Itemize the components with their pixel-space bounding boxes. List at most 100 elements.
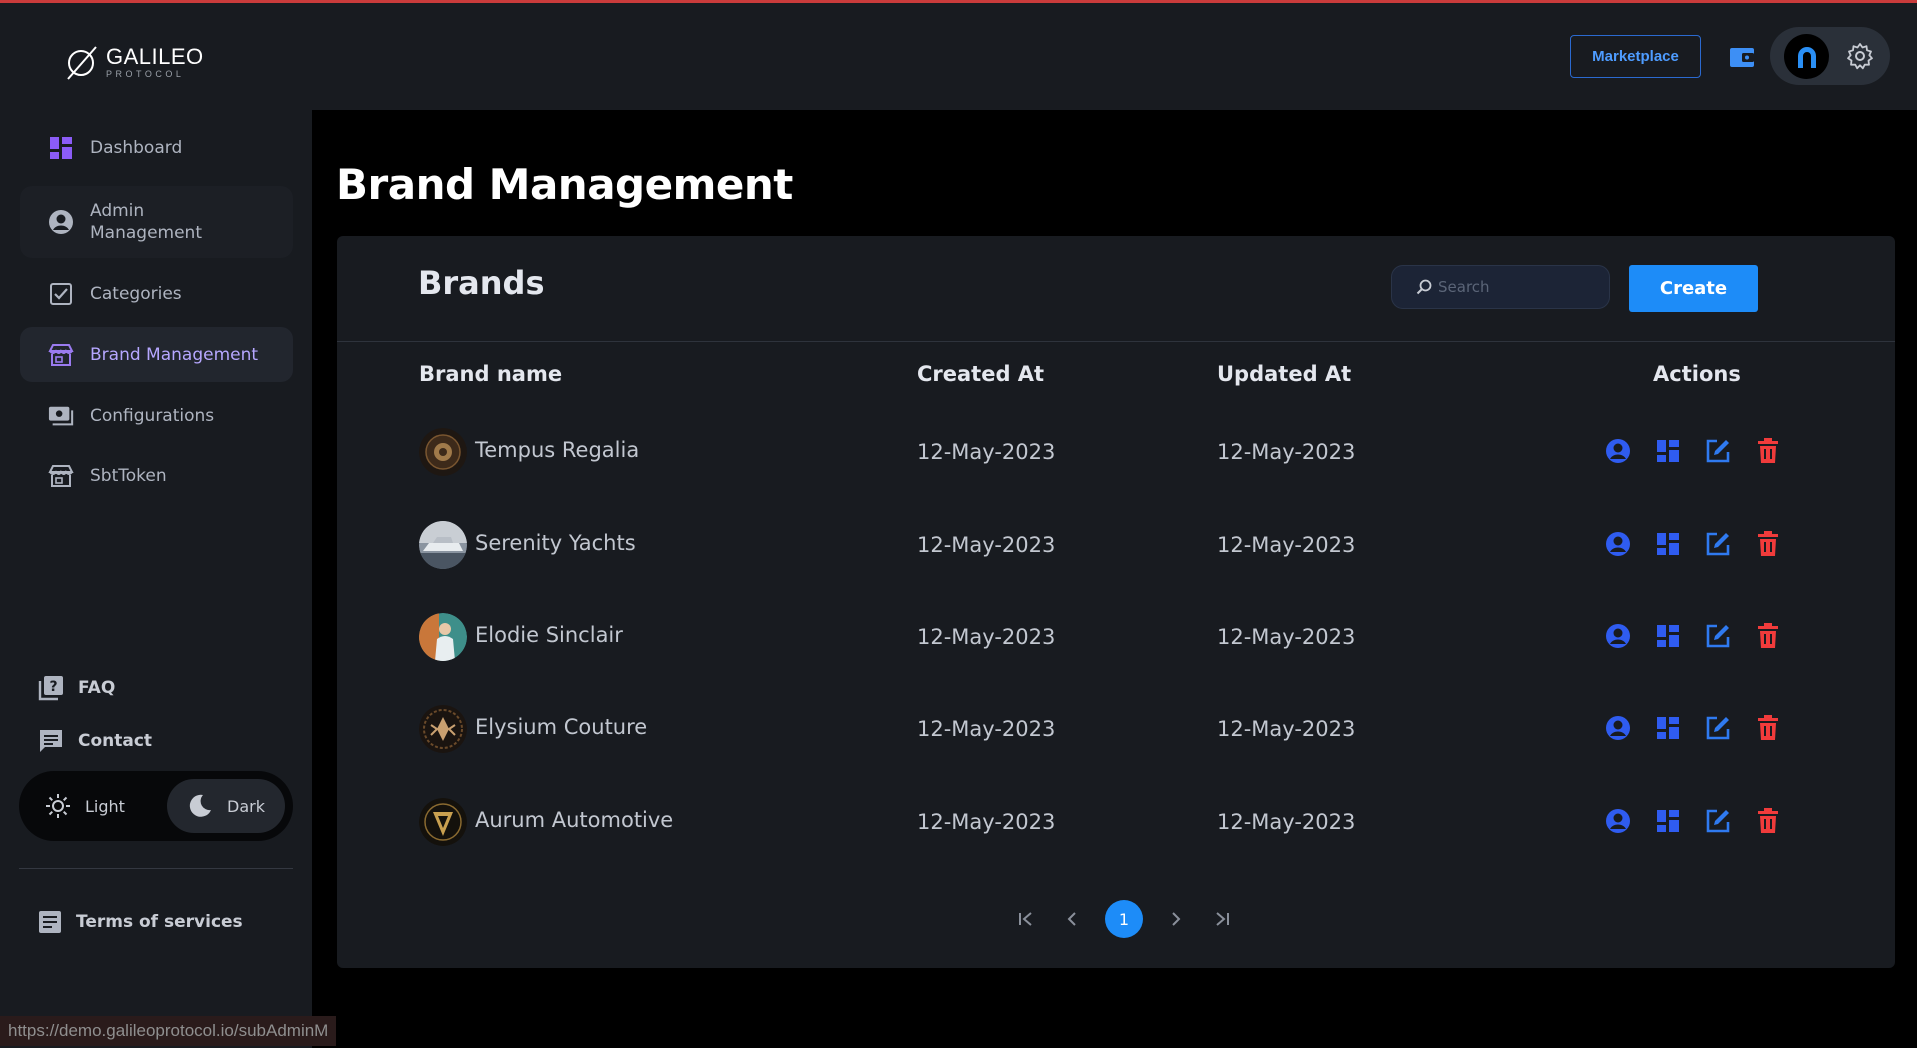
logo[interactable]: GALILEO PROTOCOL <box>66 43 204 81</box>
prev-page-icon[interactable] <box>1059 906 1085 932</box>
sun-icon <box>46 794 70 818</box>
sidebar-item-label: Dashboard <box>90 137 183 158</box>
dashboard-icon[interactable] <box>1655 715 1681 741</box>
dashboard-icon[interactable] <box>1655 438 1681 464</box>
created-at: 12-May-2023 <box>917 810 1056 834</box>
delete-icon[interactable] <box>1755 623 1781 649</box>
column-header-updated-at[interactable]: Updated At <box>1217 362 1351 386</box>
created-at: 12-May-2023 <box>917 440 1056 464</box>
view-admin-icon[interactable] <box>1605 715 1631 741</box>
created-at: 12-May-2023 <box>917 717 1056 741</box>
column-header-actions: Actions <box>1653 362 1741 386</box>
created-at: 12-May-2023 <box>917 625 1056 649</box>
last-page-icon[interactable] <box>1209 906 1235 932</box>
moon-icon <box>189 794 211 817</box>
theme-dark-label: Dark <box>227 796 265 816</box>
view-admin-icon[interactable] <box>1605 531 1631 557</box>
edit-icon[interactable] <box>1705 531 1731 557</box>
brand-cell: Elodie Sinclair <box>419 613 623 661</box>
chat-icon <box>40 730 62 752</box>
gear-icon[interactable] <box>1846 42 1874 70</box>
terms-label: Terms of services <box>76 912 243 932</box>
store-icon <box>48 342 74 368</box>
next-page-icon[interactable] <box>1163 906 1189 932</box>
pagination: 1 <box>1013 900 1235 938</box>
theme-light-option[interactable]: Light <box>19 779 159 833</box>
dashboard-icon[interactable] <box>1655 531 1681 557</box>
payments-icon <box>48 403 74 429</box>
view-admin-icon[interactable] <box>1605 808 1631 834</box>
edit-icon[interactable] <box>1705 808 1731 834</box>
updated-at: 12-May-2023 <box>1217 810 1356 834</box>
faq-link[interactable]: ? FAQ <box>38 675 115 701</box>
theme-dark-option[interactable]: Dark <box>167 779 285 833</box>
status-bar-url: https://demo.galileoprotocol.io/subAdmin… <box>0 1016 337 1046</box>
table-row: Elysium Couture 12-May-2023 12-May-2023 <box>337 705 1895 781</box>
brand-cell: Tempus Regalia <box>419 428 639 476</box>
row-actions <box>1605 623 1781 649</box>
sidebar-item-label: Brand Management <box>90 344 259 365</box>
row-actions <box>1605 531 1781 557</box>
edit-icon[interactable] <box>1705 438 1731 464</box>
svg-text:?: ? <box>49 679 57 695</box>
edit-icon[interactable] <box>1705 623 1731 649</box>
sidebar: GALILEO PROTOCOL Dashboard Admin Managem… <box>0 3 312 1048</box>
dashboard-icon[interactable] <box>1655 623 1681 649</box>
created-at: 12-May-2023 <box>917 533 1056 557</box>
page-button-current[interactable]: 1 <box>1105 900 1143 938</box>
brand-name: Elysium Couture <box>475 715 648 739</box>
table-row: Serenity Yachts 12-May-2023 12-May-2023 <box>337 521 1895 597</box>
terms-link[interactable]: Terms of services <box>38 910 243 934</box>
theme-light-label: Light <box>85 796 125 816</box>
first-page-icon[interactable] <box>1013 906 1039 932</box>
delete-icon[interactable] <box>1755 808 1781 834</box>
brand-logo <box>419 521 467 569</box>
brand-logo <box>419 613 467 661</box>
sidebar-item-sbttoken[interactable]: SbtToken <box>20 448 293 503</box>
column-header-brand-name[interactable]: Brand name <box>419 362 562 386</box>
updated-at: 12-May-2023 <box>1217 717 1356 741</box>
theme-toggle: Light Dark <box>19 771 293 841</box>
contact-link[interactable]: Contact <box>38 728 152 754</box>
article-icon <box>39 911 61 933</box>
dashboard-icon <box>48 135 74 161</box>
card-divider <box>337 341 1895 342</box>
create-button[interactable]: Create <box>1629 265 1758 312</box>
delete-icon[interactable] <box>1755 531 1781 557</box>
faq-label: FAQ <box>78 678 116 698</box>
sidebar-item-dashboard[interactable]: Dashboard <box>20 120 293 175</box>
updated-at: 12-May-2023 <box>1217 440 1356 464</box>
delete-icon[interactable] <box>1755 715 1781 741</box>
contact-label: Contact <box>78 731 153 751</box>
avatar[interactable] <box>1784 34 1829 79</box>
sidebar-item-brand-management[interactable]: Brand Management <box>20 327 293 382</box>
user-menu <box>1770 27 1890 85</box>
brand-name: Tempus Regalia <box>475 438 640 462</box>
table-row: Tempus Regalia 12-May-2023 12-May-2023 <box>337 428 1895 504</box>
checklist-icon <box>48 281 74 307</box>
updated-at: 12-May-2023 <box>1217 625 1356 649</box>
dashboard-icon[interactable] <box>1655 808 1681 834</box>
sidebar-item-categories[interactable]: Categories <box>20 266 293 321</box>
view-admin-icon[interactable] <box>1605 438 1631 464</box>
column-header-created-at[interactable]: Created At <box>917 362 1044 386</box>
view-admin-icon[interactable] <box>1605 623 1631 649</box>
wallet-icon[interactable] <box>1728 43 1756 71</box>
card-title: Brands <box>418 264 545 302</box>
table-row: Elodie Sinclair 12-May-2023 12-May-2023 <box>337 613 1895 689</box>
row-actions <box>1605 808 1781 834</box>
search-input[interactable] <box>1438 278 1598 296</box>
brand-logo <box>419 705 467 753</box>
sidebar-item-label: Categories <box>90 283 182 304</box>
search-box <box>1391 265 1610 309</box>
table-row: Aurum Automotive 12-May-2023 12-May-2023 <box>337 798 1895 874</box>
edit-icon[interactable] <box>1705 715 1731 741</box>
sidebar-item-admin-management[interactable]: Admin Management <box>20 186 293 258</box>
sidebar-item-label: Configurations <box>90 405 215 426</box>
delete-icon[interactable] <box>1755 438 1781 464</box>
updated-at: 12-May-2023 <box>1217 533 1356 557</box>
sidebar-item-configurations[interactable]: Configurations <box>20 388 293 443</box>
sidebar-item-label: Admin Management <box>90 201 202 243</box>
store-icon <box>48 463 74 489</box>
marketplace-button[interactable]: Marketplace <box>1570 35 1701 78</box>
